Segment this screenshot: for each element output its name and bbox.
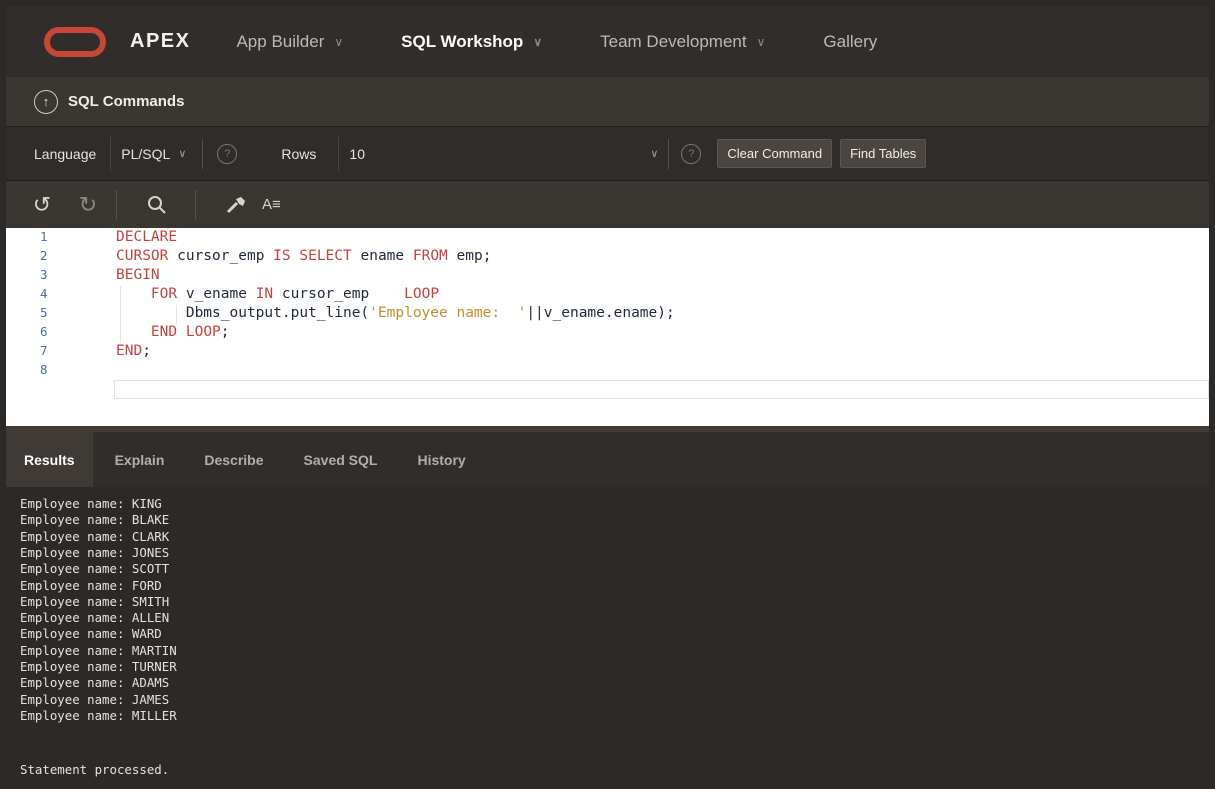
line-number: 5 bbox=[40, 305, 48, 320]
format-icon[interactable]: A≡ bbox=[262, 196, 281, 213]
code-text: FOR v_ename IN cursor_emp LOOP bbox=[150, 286, 440, 302]
nav-team-development[interactable]: Team Development ∨ bbox=[600, 32, 765, 52]
language-select[interactable]: PL/SQL ∨ bbox=[110, 136, 196, 171]
code-editor[interactable]: 1 DECLARE 2 CURSOR cursor_emp IS SELECT ena… bbox=[6, 228, 1209, 426]
search-icon[interactable] bbox=[143, 195, 171, 215]
divider bbox=[116, 189, 117, 220]
up-arrow-icon[interactable]: ↑ bbox=[34, 89, 58, 114]
output-line: Employee name: ADAMS bbox=[20, 675, 170, 691]
output-line: Employee name: CLARK bbox=[20, 528, 170, 544]
undo-icon[interactable]: ↺ bbox=[28, 192, 56, 218]
line-number: 2 bbox=[40, 248, 48, 263]
clear-command-button[interactable]: Clear Command bbox=[717, 139, 833, 168]
output-line: Employee name: JAMES bbox=[20, 691, 170, 707]
tab-results[interactable]: Results bbox=[6, 432, 93, 487]
line-number: 3 bbox=[40, 267, 48, 282]
code-text: Dbms_output.put_line('Employee name: '||… bbox=[116, 305, 675, 321]
nav-sql-workshop[interactable]: SQL Workshop ∨ bbox=[401, 32, 542, 52]
output-line: Employee name: TURNER bbox=[20, 659, 177, 674]
output-line: Employee name: MARTIN bbox=[20, 642, 177, 658]
nav-app-builder-label: App Builder bbox=[236, 31, 325, 51]
code-text: CURSOR cursor_emp IS SELECT ename FROM e… bbox=[116, 248, 492, 264]
code-text: END; bbox=[116, 343, 151, 359]
nav-gallery-label: Gallery bbox=[823, 31, 878, 51]
find-tables-button[interactable]: Find Tables bbox=[840, 139, 927, 168]
rows-help-icon[interactable]: ? bbox=[681, 143, 702, 164]
code-line[interactable]: 8 bbox=[6, 362, 1209, 381]
command-toolbar: Language PL/SQL ∨ ? Rows 10 ∨ ? Clear Co… bbox=[6, 127, 1209, 181]
output-line: Employee name: KING bbox=[20, 496, 162, 511]
nav-team-development-label: Team Development bbox=[600, 31, 747, 51]
rows-select[interactable]: 10 ∨ bbox=[338, 136, 668, 171]
language-help-icon[interactable]: ? bbox=[217, 143, 238, 164]
redo-icon[interactable]: ↻ bbox=[74, 192, 102, 218]
code-text: DECLARE bbox=[116, 229, 178, 245]
tab-history[interactable]: History bbox=[417, 452, 465, 468]
apex-brand[interactable]: APEX bbox=[130, 30, 190, 53]
chevron-down-icon: ∨ bbox=[334, 34, 344, 49]
current-line-highlight bbox=[114, 380, 1209, 399]
indent-guide bbox=[120, 324, 121, 343]
results-output: Employee name: KING Employee name: BLAKE E… bbox=[6, 487, 1209, 789]
editor-toolbar: ↺ ↻ A≡ bbox=[6, 181, 1209, 228]
output-line: Employee name: ALLEN bbox=[20, 610, 170, 626]
nav-gallery[interactable]: Gallery bbox=[823, 32, 877, 52]
rows-value: 10 bbox=[349, 145, 365, 162]
status-message: Statement processed. bbox=[20, 762, 170, 777]
divider bbox=[202, 138, 204, 169]
code-line[interactable]: 3 BEGIN bbox=[6, 267, 1209, 286]
page-title: SQL Commands bbox=[68, 93, 185, 110]
line-number: 6 bbox=[40, 324, 48, 339]
tab-explain[interactable]: Explain bbox=[115, 452, 165, 468]
code-line[interactable]: 6 END LOOP; bbox=[6, 324, 1209, 343]
code-line[interactable]: 5 Dbms_output.put_line('Employee name: '… bbox=[6, 305, 1209, 324]
code-line[interactable]: 1 DECLARE bbox=[6, 229, 1209, 248]
chevron-down-icon: ∨ bbox=[178, 148, 187, 160]
line-number: 7 bbox=[40, 343, 48, 358]
output-line: Employee name: WARD bbox=[20, 626, 162, 642]
line-number: 4 bbox=[40, 286, 48, 301]
line-number: 8 bbox=[40, 362, 48, 377]
tab-describe[interactable]: Describe bbox=[204, 452, 263, 468]
rows-label: Rows bbox=[281, 145, 317, 162]
chevron-down-icon: ∨ bbox=[756, 34, 766, 49]
output-line: Employee name: JONES bbox=[20, 544, 170, 560]
nav-sql-workshop-label: SQL Workshop bbox=[401, 31, 524, 51]
nav-app-builder[interactable]: App Builder ∨ bbox=[236, 32, 343, 52]
output-line: Employee name: BLAKE bbox=[20, 512, 170, 528]
output-line: Employee name: MILLER bbox=[20, 707, 177, 723]
top-navigation: APEX App Builder ∨ SQL Workshop ∨ Team D… bbox=[6, 6, 1209, 77]
indent-guide bbox=[176, 305, 177, 324]
output-line: Employee name: SMITH bbox=[20, 593, 170, 609]
indent-guide bbox=[120, 286, 121, 305]
divider bbox=[195, 189, 196, 220]
indent-guide bbox=[120, 305, 121, 324]
code-line[interactable]: 7 END; bbox=[6, 343, 1209, 362]
wrench-icon[interactable] bbox=[222, 195, 250, 215]
code-line[interactable]: 2 CURSOR cursor_emp IS SELECT ename FROM … bbox=[6, 248, 1209, 267]
language-value: PL/SQL bbox=[121, 145, 171, 162]
breadcrumb: ↑ SQL Commands bbox=[6, 77, 1209, 127]
divider bbox=[668, 138, 670, 169]
output-line: Employee name: FORD bbox=[20, 577, 162, 593]
line-number: 1 bbox=[40, 229, 48, 244]
oracle-logo-icon[interactable] bbox=[44, 26, 106, 57]
chevron-down-icon: ∨ bbox=[533, 34, 543, 49]
code-text: END LOOP; bbox=[150, 324, 230, 340]
output-line: Employee name: SCOTT bbox=[20, 561, 170, 577]
chevron-down-icon: ∨ bbox=[650, 148, 659, 160]
results-tabs: Results Explain Describe Saved SQL Histo… bbox=[6, 432, 1209, 487]
code-line[interactable]: 4 FOR v_ename IN cursor_emp LOOP bbox=[6, 286, 1209, 305]
code-text: BEGIN bbox=[116, 267, 160, 283]
tab-saved-sql[interactable]: Saved SQL bbox=[304, 452, 378, 468]
language-label: Language bbox=[34, 145, 97, 162]
